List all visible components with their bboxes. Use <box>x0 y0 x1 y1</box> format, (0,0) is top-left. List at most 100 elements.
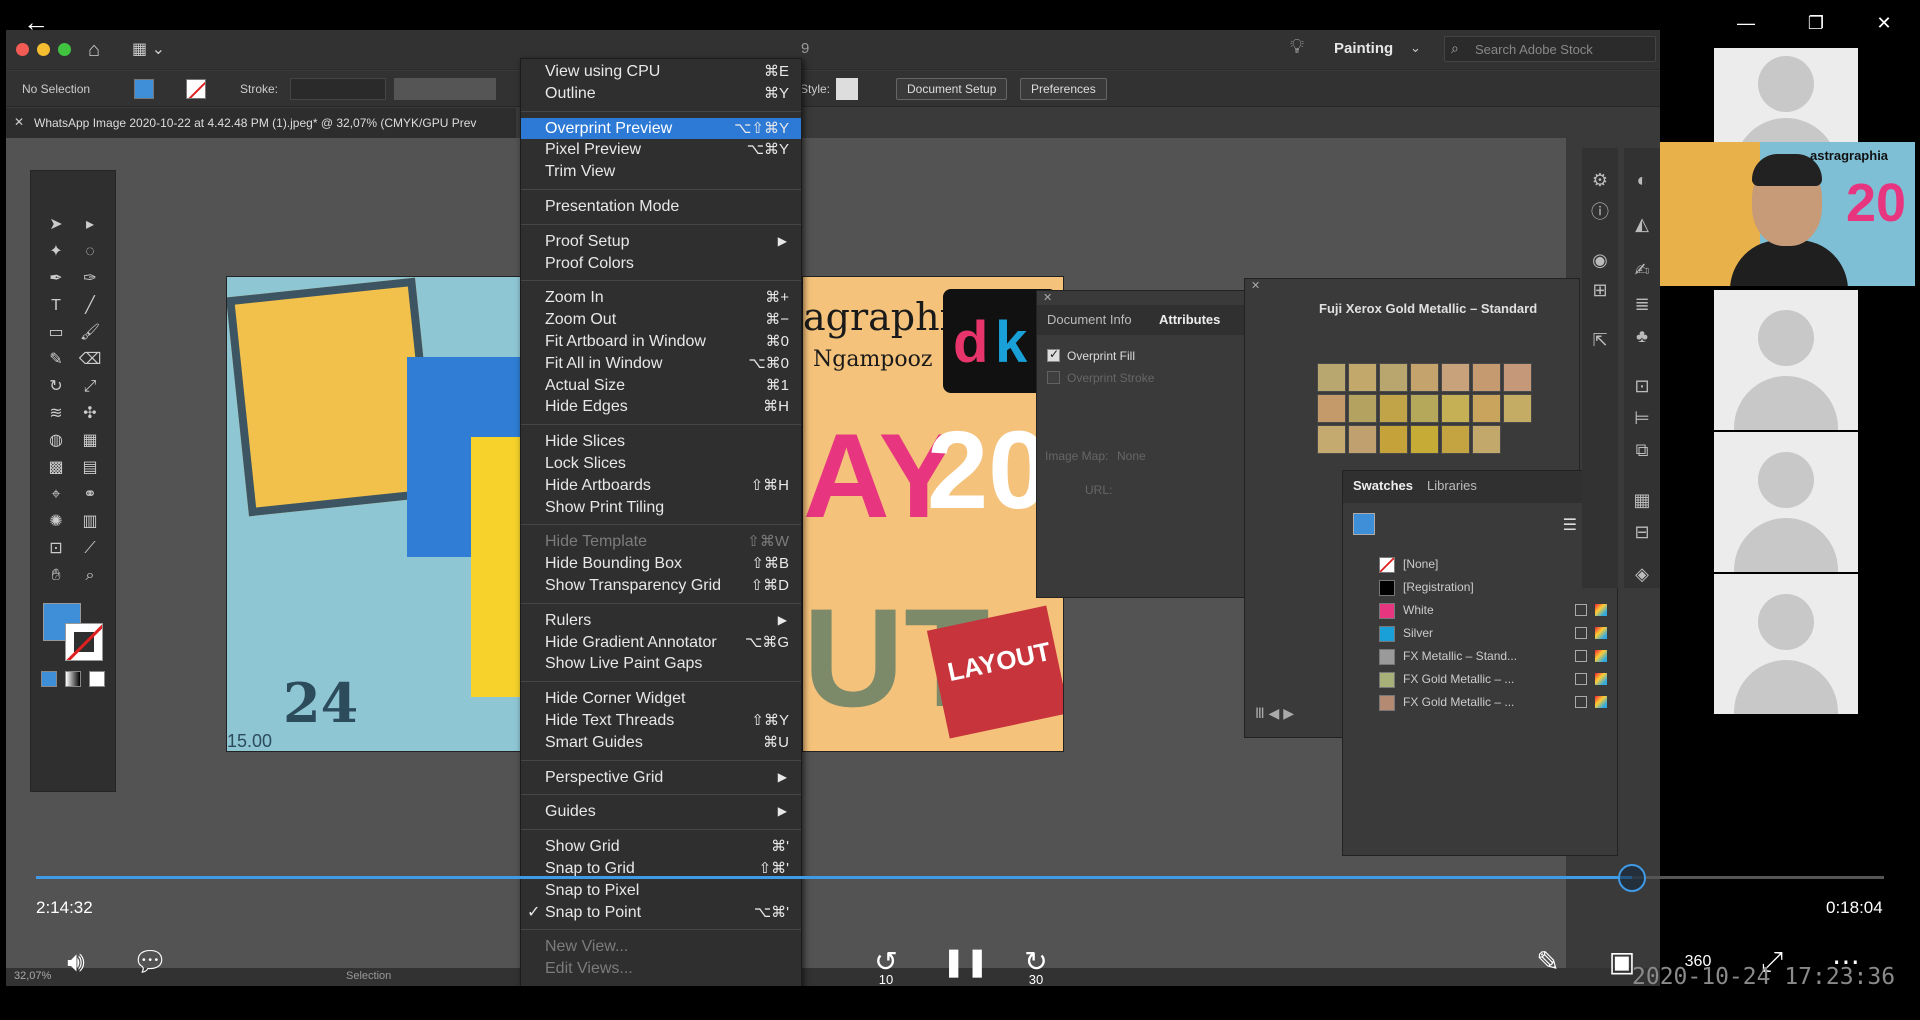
minimize-icon[interactable]: — <box>1730 8 1762 38</box>
stroke-weight-field[interactable] <box>290 78 386 100</box>
captions-icon[interactable]: 💬︎ <box>130 942 170 982</box>
menu-item-perspective-grid[interactable]: Perspective Grid ▶ <box>521 767 801 789</box>
menu-item-trim-view[interactable]: Trim View <box>521 161 801 183</box>
volume-icon[interactable]: 🔊︎ <box>56 942 96 982</box>
menu-item-show-live-paint-gaps[interactable]: Show Live Paint Gaps <box>521 653 801 675</box>
slice-tool-icon[interactable]: ⟋ <box>73 535 107 562</box>
lightbulb-icon[interactable]: 💡︎ <box>1290 36 1304 59</box>
preferences-button[interactable]: Preferences <box>1020 78 1107 100</box>
pathfinder-icon[interactable]: ⧉ <box>1630 438 1654 462</box>
panel-close-icon[interactable]: ✕ <box>1043 291 1052 304</box>
menu-item-hide-bounding-box[interactable]: Hide Bounding Box ⇧⌘B <box>521 553 801 575</box>
menu-item-overprint-preview[interactable]: Overprint Preview ⌥⇧⌘Y <box>521 117 801 140</box>
gold-swatch[interactable] <box>1348 363 1377 392</box>
menu-item-guides[interactable]: Guides ▶ <box>521 801 801 823</box>
align-icon[interactable]: ⊨ <box>1630 406 1654 430</box>
close-tab-icon[interactable]: ✕ <box>14 115 24 129</box>
gold-swatch[interactable] <box>1379 394 1408 423</box>
menu-item-snap-to-pixel[interactable]: Snap to Pixel <box>521 880 801 902</box>
stroke-color-box[interactable] <box>65 623 103 661</box>
artboard-left[interactable]: 24 15.00 <box>226 276 522 752</box>
gold-swatch[interactable] <box>1317 363 1346 392</box>
close-icon[interactable]: ✕ <box>1868 8 1900 38</box>
gold-swatch[interactable] <box>1348 425 1377 454</box>
pen-tool-icon[interactable]: ✒ <box>39 265 73 292</box>
pause-icon[interactable]: ❚❚ <box>942 942 989 982</box>
opacity-field[interactable] <box>394 78 496 100</box>
menu-item-pixel-preview[interactable]: Pixel Preview ⌥⌘Y <box>521 139 801 161</box>
menu-item-fit-artboard-in-window[interactable]: Fit Artboard in Window ⌘0 <box>521 331 801 353</box>
overprint-stroke-checkbox[interactable] <box>1047 371 1060 384</box>
rewind-10-icon[interactable]: ↺ 10 <box>866 942 906 987</box>
arrange-documents-icon[interactable]: ▦ ⌄ <box>132 39 172 61</box>
home-icon[interactable]: ⌂ <box>88 38 112 62</box>
fill-stroke-preview[interactable] <box>1353 513 1375 535</box>
perspective-grid-icon[interactable]: ▦ <box>73 427 107 454</box>
export-icon[interactable]: ⇱ <box>1588 328 1612 352</box>
menu-item-hide-artboards[interactable]: Hide Artboards ⇧⌘H <box>521 475 801 497</box>
tab-document-info[interactable]: Document Info <box>1047 312 1132 327</box>
tab-libraries[interactable]: Libraries <box>1427 478 1477 493</box>
color-mode-icon[interactable] <box>41 671 57 687</box>
gold-swatch[interactable] <box>1317 394 1346 423</box>
swatch-row[interactable]: FX Gold Metallic – ... <box>1379 668 1609 690</box>
stroke-color-swatch[interactable] <box>186 79 206 99</box>
color-guide-icon[interactable]: ◐ <box>1630 168 1654 192</box>
gold-swatch[interactable] <box>1503 394 1532 423</box>
menu-item-outline[interactable]: Outline ⌘Y <box>521 83 801 105</box>
restore-icon[interactable]: ❐ <box>1800 8 1832 38</box>
pen-icon[interactable]: ✎ <box>1528 942 1568 982</box>
swatch-row[interactable]: Silver <box>1379 622 1609 644</box>
menu-item-show-grid[interactable]: Show Grid ⌘' <box>521 836 801 858</box>
menu-item-show-transparency-grid[interactable]: Show Transparency Grid ⇧⌘D <box>521 575 801 597</box>
blend-tool-icon[interactable]: ⚭ <box>73 481 107 508</box>
gold-swatch[interactable] <box>1472 363 1501 392</box>
gold-swatch[interactable] <box>1472 425 1501 454</box>
symbols-icon[interactable]: ♣ <box>1630 324 1654 348</box>
mac-minimize-icon[interactable] <box>37 43 50 56</box>
warp-tool-icon[interactable]: ≋ <box>39 400 73 427</box>
type-tool-icon[interactable]: T <box>39 292 73 319</box>
zoom-tool-icon[interactable]: ⌕ <box>73 562 107 589</box>
menu-item-actual-size[interactable]: Actual Size ⌘1 <box>521 375 801 397</box>
menu-item-proof-setup[interactable]: Proof Setup ▶ <box>521 231 801 253</box>
menu-item-presentation-mode[interactable]: Presentation Mode <box>521 196 801 218</box>
eyedropper-icon[interactable]: ⌖ <box>39 481 73 508</box>
menu-item-hide-slices[interactable]: Hide Slices <box>521 431 801 453</box>
tab-swatches[interactable]: Swatches <box>1353 478 1413 493</box>
gold-swatch[interactable] <box>1379 363 1408 392</box>
scale-tool-icon[interactable]: ⤢ <box>73 373 107 400</box>
gold-swatch[interactable] <box>1441 425 1470 454</box>
menu-item-smart-guides[interactable]: Smart Guides ⌘U <box>521 732 801 754</box>
menu-item-hide-gradient-annotator[interactable]: Hide Gradient Annotator ⌥⌘G <box>521 632 801 654</box>
transparency-icon[interactable]: ◉ <box>1588 248 1612 272</box>
overprint-fill-checkbox[interactable] <box>1047 347 1060 362</box>
shaper-tool-icon[interactable]: ✎ <box>39 346 73 373</box>
gold-swatch[interactable] <box>1472 394 1501 423</box>
rectangle-tool-icon[interactable]: ▭ <box>39 319 73 346</box>
menu-item-hide-text-threads[interactable]: Hide Text Threads ⇧⌘Y <box>521 710 801 732</box>
menu-item-rulers[interactable]: Rulers ▶ <box>521 610 801 632</box>
gold-swatch[interactable] <box>1503 363 1532 392</box>
appearance-icon[interactable]: ⚙ <box>1588 168 1612 192</box>
direct-selection-tool-icon[interactable]: ▸ <box>73 211 107 238</box>
gold-swatch[interactable] <box>1410 425 1439 454</box>
mac-zoom-icon[interactable] <box>58 43 71 56</box>
symbol-sprayer-icon[interactable]: ✺ <box>39 508 73 535</box>
menu-item-zoom-out[interactable]: Zoom Out ⌘− <box>521 309 801 331</box>
stock-search-input[interactable]: ⌕ Search Adobe Stock <box>1444 36 1656 62</box>
layers-icon[interactable]: ◈ <box>1630 562 1654 586</box>
gold-swatch[interactable] <box>1441 394 1470 423</box>
rotate-tool-icon[interactable]: ↻ <box>39 373 73 400</box>
magic-wand-icon[interactable]: ✦ <box>39 238 73 265</box>
swatch-row[interactable]: FX Gold Metallic – ... <box>1379 691 1609 713</box>
chevron-down-icon[interactable]: ⌄ <box>1410 40 1421 56</box>
zoom-level[interactable]: 32,07% <box>14 970 51 982</box>
artboards-icon[interactable]: ⊡ <box>1630 374 1654 398</box>
library-nav-icon[interactable]: Ⅲ ◀ ▶ <box>1255 705 1294 722</box>
gradient-panel-icon[interactable]: ◭ <box>1630 212 1654 236</box>
forward-30-icon[interactable]: ↻ 30 <box>1016 942 1056 987</box>
menu-item-fit-all-in-window[interactable]: Fit All in Window ⌥⌘0 <box>521 353 801 375</box>
seek-handle[interactable] <box>1617 864 1646 892</box>
document-setup-button[interactable]: Document Setup <box>896 78 1008 100</box>
